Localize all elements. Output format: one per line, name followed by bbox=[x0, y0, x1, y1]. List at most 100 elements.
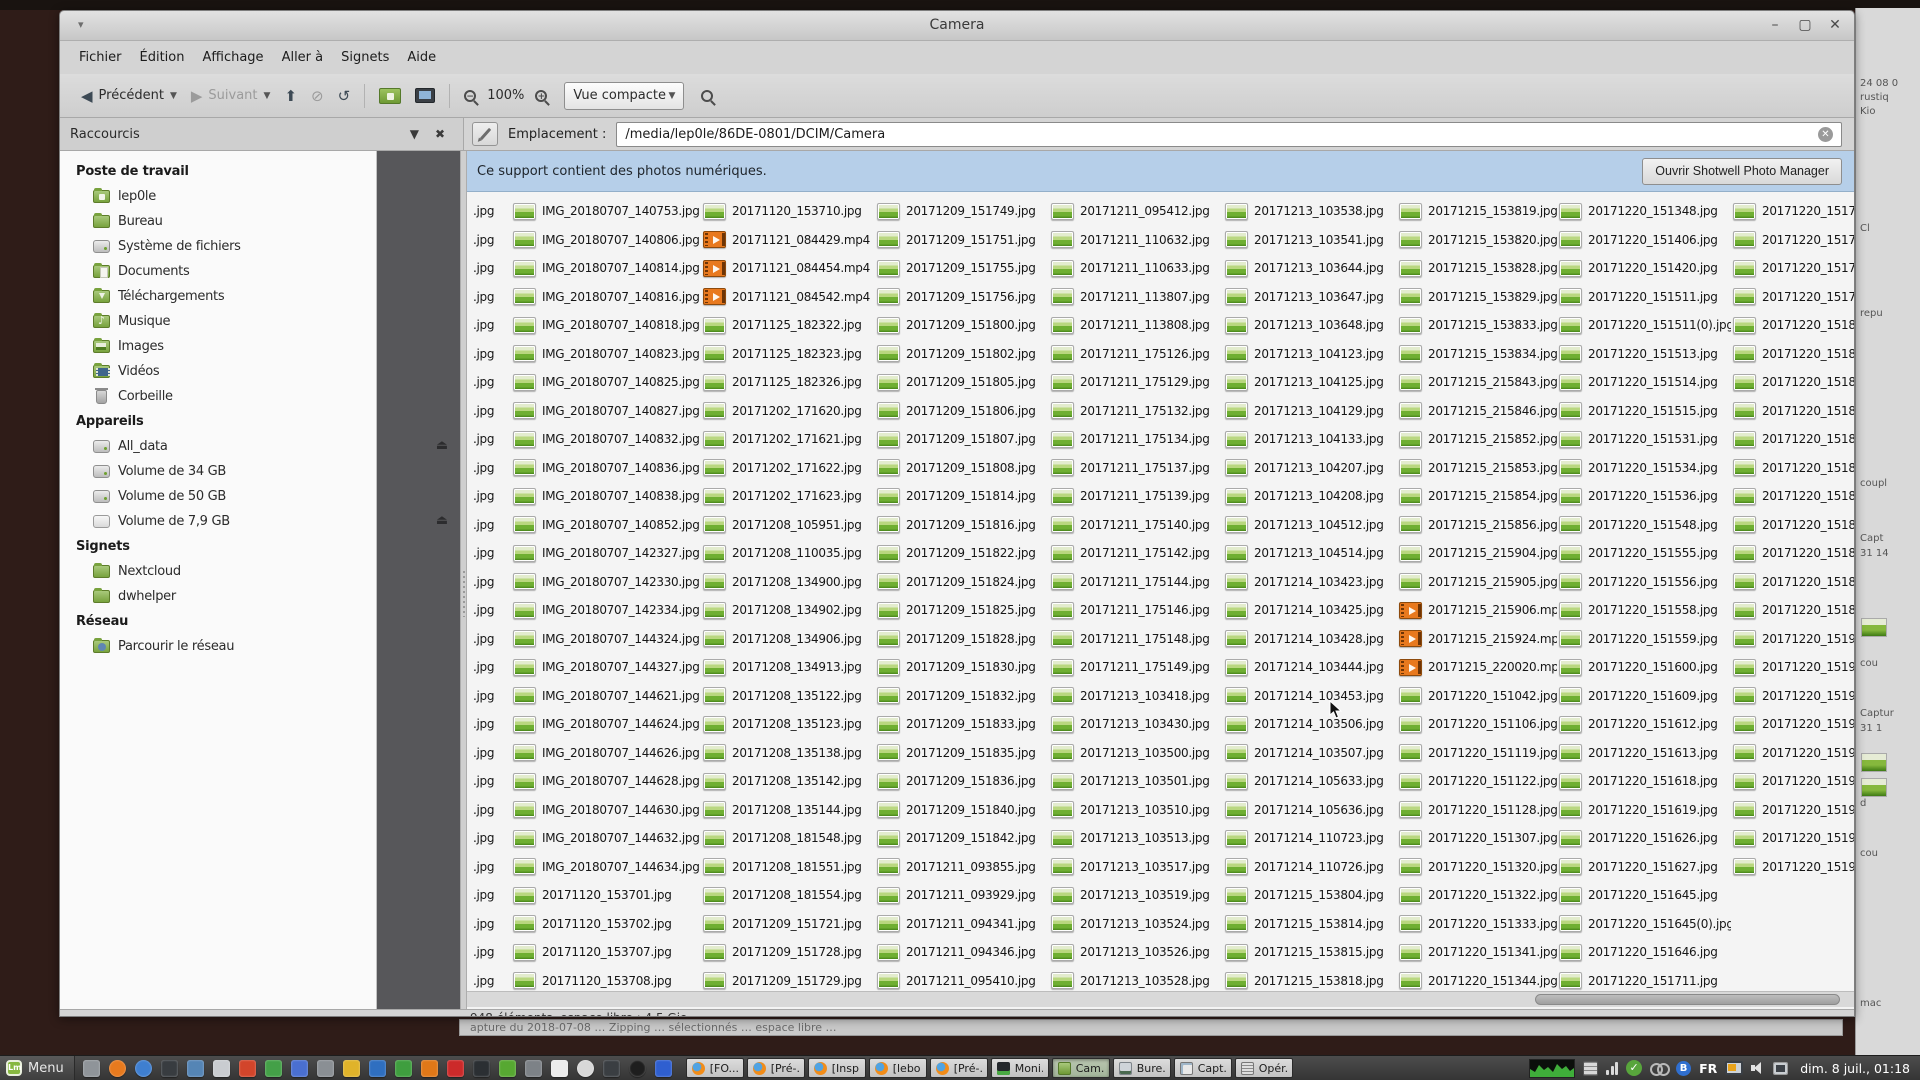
file-item[interactable]: 20171209_151830.jpg bbox=[875, 653, 1049, 682]
maximize-button[interactable]: ▢ bbox=[1796, 16, 1814, 34]
sidebar-item-volume-de-34-gb[interactable]: Volume de 34 GB bbox=[60, 459, 376, 484]
file-item[interactable]: 20171211_113808.jpg bbox=[1049, 311, 1223, 340]
file-item[interactable]: IMG_20180707_144324.jpg bbox=[511, 625, 701, 654]
sidebar-item-syst-me-de-fichiers[interactable]: Système de fichiers bbox=[60, 234, 376, 259]
home-button[interactable] bbox=[372, 83, 408, 109]
file-item[interactable]: 20171220_151420.jpg bbox=[1557, 254, 1731, 283]
notification-area-icon[interactable] bbox=[1773, 1061, 1789, 1075]
eject-icon[interactable]: ⏏ bbox=[434, 439, 450, 453]
network-signal-icon[interactable] bbox=[1606, 1061, 1619, 1075]
file-item[interactable]: 20171220_151322.jpg bbox=[1397, 881, 1557, 910]
file-item[interactable]: 20171213_103526.jpg bbox=[1049, 938, 1223, 967]
file-item-clipped[interactable]: .jpg bbox=[467, 397, 511, 426]
file-item[interactable]: 20171220_151931.jpg bbox=[1731, 739, 1854, 768]
file-item[interactable]: IMG_20180707_144624.jpg bbox=[511, 710, 701, 739]
file-item[interactable]: 20171120_153701.jpg bbox=[511, 881, 701, 910]
file-item[interactable]: 20171215_215856.jpg bbox=[1397, 511, 1557, 540]
sidebar-item-parcourir-le-r-seau[interactable]: Parcourir le réseau bbox=[60, 634, 376, 659]
file-item[interactable]: 20171220_151937.jpg bbox=[1731, 824, 1854, 853]
launcher-settings-icon[interactable] bbox=[290, 1059, 308, 1077]
file-item[interactable]: 20171213_104133.jpg bbox=[1223, 425, 1397, 454]
file-item[interactable]: 20171213_103528.jpg bbox=[1049, 967, 1223, 992]
file-item[interactable]: 20171213_103648.jpg bbox=[1223, 311, 1397, 340]
file-item[interactable]: 20171215_153834.jpg bbox=[1397, 340, 1557, 369]
file-item[interactable]: 20171209_151755.jpg bbox=[875, 254, 1049, 283]
launcher-code-editor-icon[interactable] bbox=[472, 1059, 490, 1077]
file-item[interactable]: 20171213_103501.jpg bbox=[1049, 767, 1223, 796]
launcher-terminal-icon[interactable] bbox=[160, 1059, 178, 1077]
file-item[interactable]: 20171120_153702.jpg bbox=[511, 910, 701, 939]
file-item[interactable]: IMG_20180707_140825.jpg bbox=[511, 368, 701, 397]
file-item-clipped[interactable]: .jpg bbox=[467, 653, 511, 682]
taskbar-window-insp[interactable]: [Insp... bbox=[807, 1058, 866, 1078]
file-item[interactable]: 20171120_153710.jpg bbox=[701, 197, 875, 226]
file-item[interactable]: 20171208_134913.jpg bbox=[701, 653, 875, 682]
menu-aide[interactable]: Aide bbox=[398, 46, 445, 69]
forward-button[interactable]: ▶ Suivant ▼ bbox=[184, 82, 278, 110]
launcher-cat-app-icon[interactable] bbox=[628, 1059, 646, 1077]
file-item-clipped[interactable]: .jpg bbox=[467, 425, 511, 454]
launcher-ez-app-icon[interactable] bbox=[446, 1059, 464, 1077]
file-item[interactable]: 20171211_093929.jpg bbox=[875, 881, 1049, 910]
file-item[interactable]: 20171202_171621.jpg bbox=[701, 425, 875, 454]
file-item[interactable]: 20171214_110726.jpg bbox=[1223, 853, 1397, 882]
file-item[interactable]: 20171220_151733.jpg bbox=[1731, 283, 1854, 312]
file-item[interactable]: 20171209_151728.jpg bbox=[701, 938, 875, 967]
file-item[interactable]: 20171220_151556.jpg bbox=[1557, 568, 1731, 597]
taskbar-window-capt[interactable]: Capt... bbox=[1173, 1058, 1232, 1078]
file-item[interactable]: 20171209_151835.jpg bbox=[875, 739, 1049, 768]
sidebar-item-volume-de-50-gb[interactable]: Volume de 50 GB bbox=[60, 484, 376, 509]
file-item-clipped[interactable]: .jpg bbox=[467, 910, 511, 939]
file-item[interactable]: 20171215_215852.jpg bbox=[1397, 425, 1557, 454]
file-item[interactable]: 20171215_215854.jpg bbox=[1397, 482, 1557, 511]
file-item[interactable]: 20171214_103444.jpg bbox=[1223, 653, 1397, 682]
taskbar-clock[interactable]: dim. 8 juil., 01:18 bbox=[1800, 1061, 1910, 1076]
edit-location-button[interactable] bbox=[472, 122, 498, 146]
file-item[interactable]: 20171220_151106.jpg bbox=[1397, 710, 1557, 739]
file-item[interactable]: 20171220_151559.jpg bbox=[1557, 625, 1731, 654]
file-item-clipped[interactable]: .jpg bbox=[467, 226, 511, 255]
file-item[interactable]: 20171120_153707.jpg bbox=[511, 938, 701, 967]
file-item[interactable]: 20171209_151833.jpg bbox=[875, 710, 1049, 739]
sidebar-item-musique[interactable]: Musique bbox=[60, 309, 376, 334]
menu-dition[interactable]: Édition bbox=[131, 46, 194, 69]
file-item-clipped[interactable]: .jpg bbox=[467, 853, 511, 882]
close-button[interactable]: ✕ bbox=[1826, 16, 1844, 34]
back-button[interactable]: ◀ Précédent ▼ bbox=[74, 82, 184, 110]
file-item[interactable]: 20171220_151531.jpg bbox=[1557, 425, 1731, 454]
file-item[interactable]: 20171209_151842.jpg bbox=[875, 824, 1049, 853]
updates-shield-icon[interactable]: ✓ bbox=[1626, 1060, 1643, 1076]
file-item[interactable]: 20171220_151932.jpg bbox=[1731, 767, 1854, 796]
menu-affichage[interactable]: Affichage bbox=[193, 46, 272, 69]
eject-icon[interactable]: ⏏ bbox=[434, 514, 450, 528]
file-item[interactable]: 20171220_151627.jpg bbox=[1557, 853, 1731, 882]
file-item[interactable]: 20171220_151613.jpg bbox=[1557, 739, 1731, 768]
system-load-graph-icon[interactable] bbox=[1529, 1058, 1576, 1078]
file-item[interactable]: IMG_20180707_140832.jpg bbox=[511, 425, 701, 454]
file-item[interactable]: 20171215_220020.mp4 bbox=[1397, 653, 1557, 682]
file-item[interactable]: 20171214_105636.jpg bbox=[1223, 796, 1397, 825]
file-item[interactable]: 20171209_151828.jpg bbox=[875, 625, 1049, 654]
sidebar-close-icon[interactable]: ✖ bbox=[427, 127, 453, 141]
file-item[interactable]: 20171215_215924.mp4 bbox=[1397, 625, 1557, 654]
launcher-p-app-icon[interactable] bbox=[654, 1059, 672, 1077]
file-item[interactable]: 20171220_151858.jpg bbox=[1731, 596, 1854, 625]
file-item[interactable]: 20171220_151847.jpg bbox=[1731, 482, 1854, 511]
file-item[interactable]: 20171208_135144.jpg bbox=[701, 796, 875, 825]
file-item[interactable]: 20171215_215905.jpg bbox=[1397, 568, 1557, 597]
file-item[interactable]: 20171220_151732.jpg bbox=[1731, 254, 1854, 283]
sidebar-item-documents[interactable]: Documents bbox=[60, 259, 376, 284]
file-item[interactable]: 20171220_151619.jpg bbox=[1557, 796, 1731, 825]
launcher-media-player-icon[interactable] bbox=[238, 1059, 256, 1077]
stop-button[interactable]: ⊘ bbox=[304, 82, 331, 110]
file-item[interactable]: IMG_20180707_140806.jpg bbox=[511, 226, 701, 255]
file-item[interactable]: 20171215_153828.jpg bbox=[1397, 254, 1557, 283]
file-item[interactable]: 20171215_153814.jpg bbox=[1223, 910, 1397, 939]
file-item[interactable]: 20171125_182326.jpg bbox=[701, 368, 875, 397]
titlebar[interactable]: ▾ Camera – ▢ ✕ bbox=[60, 11, 1854, 41]
file-item-clipped[interactable]: .jpg bbox=[467, 967, 511, 992]
computer-button[interactable] bbox=[408, 83, 442, 108]
sidebar-item-all-data[interactable]: All_data bbox=[60, 434, 376, 459]
sidebar-item-vid-os[interactable]: Vidéos bbox=[60, 359, 376, 384]
file-item-clipped[interactable]: .jpg bbox=[467, 824, 511, 853]
